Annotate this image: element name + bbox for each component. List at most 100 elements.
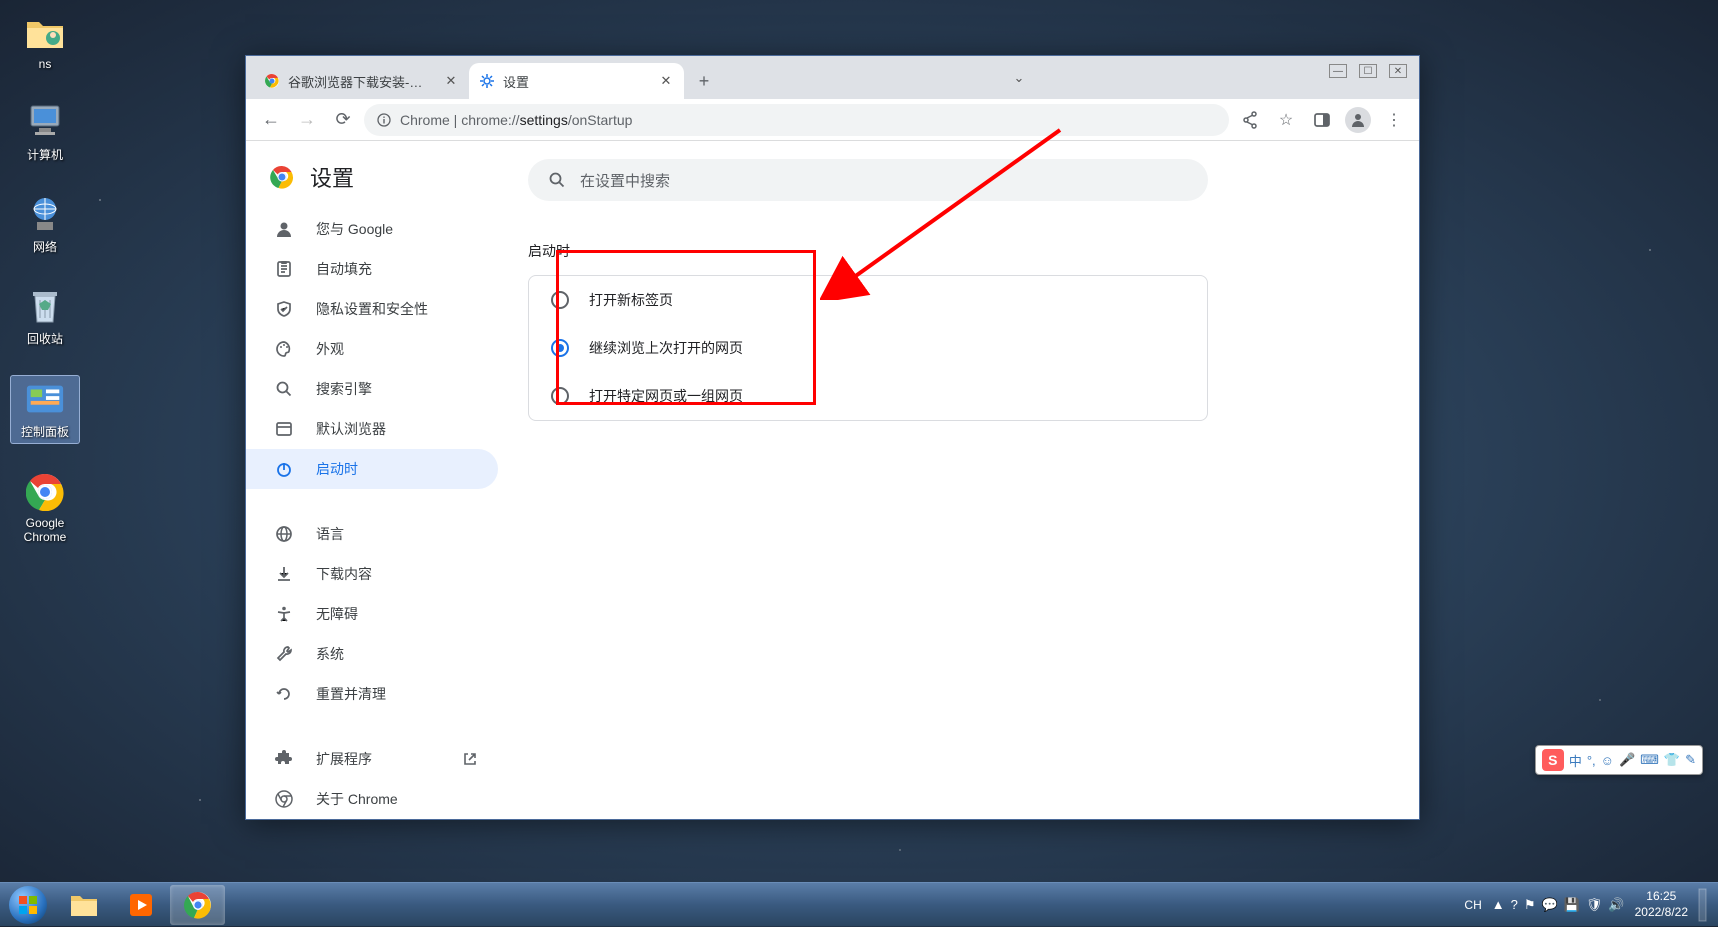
- desktop-icon-chrome[interactable]: Google Chrome: [10, 469, 80, 547]
- browser-icon: [274, 419, 294, 439]
- startup-option-specific[interactable]: 打开特定网页或一组网页: [529, 372, 1207, 420]
- search-icon: [548, 171, 566, 189]
- toolbar: ← → ⟳ Chrome | chrome://settings/onStart…: [246, 99, 1419, 141]
- tab-1-close[interactable]: ✕: [443, 73, 459, 89]
- controlpanel-icon: [25, 379, 65, 419]
- tray-clock[interactable]: 16:25 2022/8/22: [1635, 889, 1688, 920]
- desktop-icon-network[interactable]: 网络: [10, 191, 80, 258]
- show-desktop[interactable]: [1698, 887, 1708, 923]
- sidebar-item-system[interactable]: 系统: [246, 634, 498, 674]
- desktop-icon-controlpanel[interactable]: 控制面板: [10, 375, 80, 444]
- ime-lang[interactable]: 中: [1569, 751, 1582, 770]
- startup-section-title: 启动时: [528, 241, 1359, 261]
- ime-toolbar[interactable]: S 中 °, ☺ 🎤 ⌨ 👕 ✎: [1535, 745, 1703, 775]
- sidebar-item-defaultbrowser[interactable]: 默认浏览器: [246, 409, 498, 449]
- start-button[interactable]: [0, 883, 55, 927]
- tray-shield-icon[interactable]: 🛡: [1586, 897, 1603, 913]
- tab-2-label: 设置: [503, 72, 650, 91]
- network-icon: [25, 194, 65, 234]
- system-tray: CH ▲ ? ⚑ 💬 💾 🛡 🔊 16:25 2022/8/22: [1454, 887, 1718, 923]
- sidebar-item-appearance[interactable]: 外观: [246, 329, 498, 369]
- settings-search[interactable]: 在设置中搜索: [528, 159, 1208, 201]
- desktop-icon-ns[interactable]: ns: [10, 10, 80, 74]
- new-tab-button[interactable]: +: [689, 66, 719, 96]
- settings-title: 设置: [310, 161, 354, 193]
- startup-option-newtab[interactable]: 打开新标签页: [529, 276, 1207, 324]
- tab-2[interactable]: 设置 ✕: [469, 63, 684, 99]
- settings-sidebar: 设置 您与 Google 自动填充 隐私设置和安全性 外观 搜索引擎 默认浏览器…: [246, 141, 516, 819]
- bookmark-icon[interactable]: ☆: [1271, 105, 1301, 135]
- sidebar-item-downloads[interactable]: 下载内容: [246, 554, 498, 594]
- tray-expand-icon[interactable]: ▲: [1492, 897, 1505, 913]
- globe-icon: [274, 524, 294, 544]
- chrome-info-icon: [376, 112, 392, 128]
- window-close[interactable]: ✕: [1389, 64, 1407, 78]
- sidebar-item-reset[interactable]: 重置并清理: [246, 674, 498, 714]
- chrome-window: 谷歌浏览器下载安装-谷歌浏览器... ✕ 设置 ✕ + ⌄ — ☐ ✕ ← → …: [245, 55, 1420, 820]
- ime-mic-icon[interactable]: 🎤: [1619, 752, 1635, 768]
- taskbar: CH ▲ ? ⚑ 💬 💾 🛡 🔊 16:25 2022/8/22: [0, 882, 1718, 926]
- sidebar-item-extensions[interactable]: 扩展程序: [246, 739, 498, 779]
- person-icon: [274, 219, 294, 239]
- autofill-icon: [274, 259, 294, 279]
- share-icon[interactable]: [1235, 105, 1265, 135]
- ime-skin-icon[interactable]: 👕: [1664, 752, 1680, 768]
- url-text: Chrome | chrome://settings/onStartup: [400, 112, 632, 128]
- computer-icon: [25, 102, 65, 142]
- tray-disk-icon[interactable]: 💾: [1564, 897, 1580, 913]
- settings-main: 在设置中搜索 启动时 打开新标签页 继续浏览上次打开的网页 打开特定网页或一组网…: [516, 141, 1419, 819]
- ime-punct-icon[interactable]: °,: [1587, 753, 1596, 768]
- taskbar-mediaplayer[interactable]: [113, 885, 168, 925]
- sidebar-item-startup[interactable]: 启动时: [246, 449, 498, 489]
- sidebar-item-privacy[interactable]: 隐私设置和安全性: [246, 289, 498, 329]
- accessibility-icon: [274, 604, 294, 624]
- tab-1-label: 谷歌浏览器下载安装-谷歌浏览器...: [288, 72, 435, 91]
- profile-button[interactable]: [1343, 105, 1373, 135]
- tab-1[interactable]: 谷歌浏览器下载安装-谷歌浏览器... ✕: [254, 63, 469, 99]
- tray-lang[interactable]: CH: [1464, 898, 1481, 912]
- titlebar: 谷歌浏览器下载安装-谷歌浏览器... ✕ 设置 ✕ + ⌄ — ☐ ✕: [246, 56, 1419, 99]
- sidebar-item-about[interactable]: 关于 Chrome: [246, 779, 498, 819]
- tray-help-icon[interactable]: ?: [1511, 897, 1518, 913]
- startup-option-continue[interactable]: 继续浏览上次打开的网页: [529, 324, 1207, 372]
- menu-icon[interactable]: ⋮: [1379, 105, 1409, 135]
- tray-chat-icon[interactable]: 💬: [1542, 897, 1558, 913]
- chrome-small-icon: [274, 789, 294, 809]
- shield-icon: [274, 299, 294, 319]
- sidepanel-icon[interactable]: [1307, 105, 1337, 135]
- sidebar-item-language[interactable]: 语言: [246, 514, 498, 554]
- sidebar-item-search[interactable]: 搜索引擎: [246, 369, 498, 409]
- extension-icon: [274, 749, 294, 769]
- chrome-logo-icon: [270, 165, 294, 189]
- sidebar-item-yougoogle[interactable]: 您与 Google: [246, 209, 498, 249]
- back-button[interactable]: ←: [256, 105, 286, 135]
- window-maximize[interactable]: ☐: [1359, 64, 1377, 78]
- ime-tool-icon[interactable]: ✎: [1685, 752, 1696, 768]
- tray-volume-icon[interactable]: 🔊: [1608, 897, 1624, 913]
- radio-icon: [551, 387, 569, 405]
- sidebar-item-accessibility[interactable]: 无障碍: [246, 594, 498, 634]
- tab-dropdown[interactable]: ⌄: [1014, 70, 1025, 86]
- tab-2-close[interactable]: ✕: [658, 73, 674, 89]
- external-icon: [462, 751, 478, 767]
- omnibox[interactable]: Chrome | chrome://settings/onStartup: [364, 104, 1229, 136]
- tray-flag-icon[interactable]: ⚑: [1524, 897, 1536, 913]
- window-minimize[interactable]: —: [1329, 64, 1347, 78]
- desktop-icon-computer[interactable]: 计算机: [10, 99, 80, 166]
- search-icon: [274, 379, 294, 399]
- wrench-icon: [274, 644, 294, 664]
- reset-icon: [274, 684, 294, 704]
- chrome-favicon: [264, 73, 280, 89]
- taskbar-explorer[interactable]: [56, 885, 111, 925]
- reload-button[interactable]: ⟳: [328, 105, 358, 135]
- sidebar-item-autofill[interactable]: 自动填充: [246, 249, 498, 289]
- ime-emoji-icon[interactable]: ☺: [1601, 753, 1614, 768]
- taskbar-chrome[interactable]: [170, 885, 225, 925]
- power-icon: [274, 459, 294, 479]
- settings-favicon: [479, 73, 495, 89]
- desktop-icon-recyclebin[interactable]: 回收站: [10, 283, 80, 350]
- chrome-icon: [25, 472, 65, 512]
- ime-keyboard-icon[interactable]: ⌨: [1640, 752, 1659, 768]
- search-placeholder: 在设置中搜索: [580, 170, 670, 191]
- forward-button[interactable]: →: [292, 105, 322, 135]
